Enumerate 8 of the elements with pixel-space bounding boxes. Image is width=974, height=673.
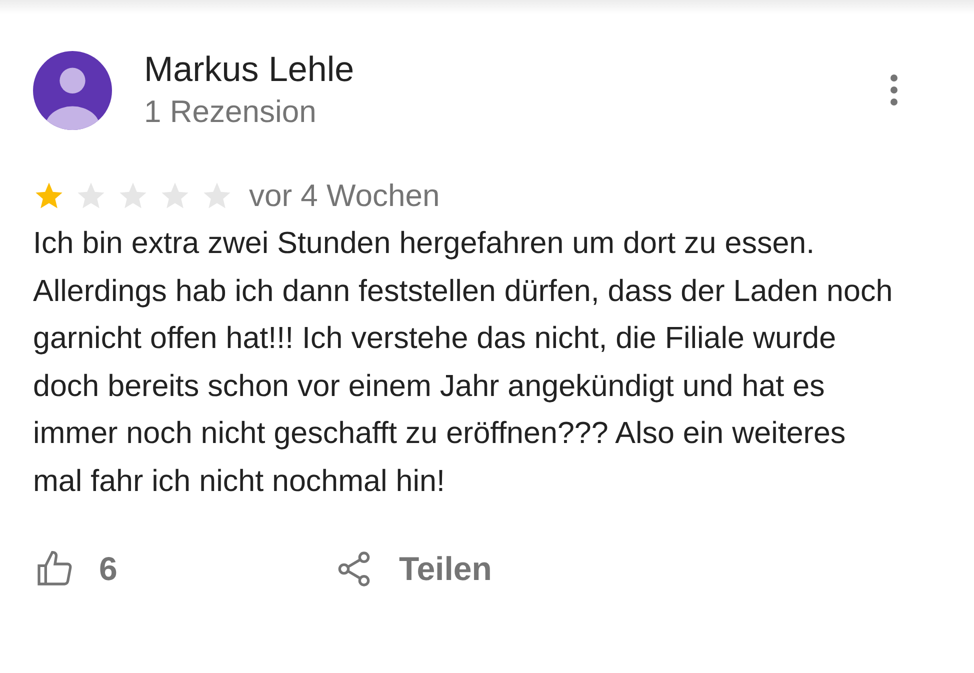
like-button[interactable]: 6 — [33, 549, 333, 589]
review-date: vor 4 Wochen — [249, 178, 440, 214]
avatar-icon — [33, 50, 112, 130]
more-options-icon[interactable] — [889, 74, 899, 106]
review-count: 1 Rezension — [144, 94, 318, 130]
review-text: Ich bin extra zwei Stunden hergefahren um dort zu essen. Allerdings hab ich dann feststellen dürfen, dass der Laden noch garnicht offen hat!!! Ich verstehe das nicht, die Filiale wurde doch bereits schon vor einem Jahr angekündigt und hat es immer noch nicht geschafft zu eröffnen??? Also ein weiteres mal fahr ich nicht nochmal hin! — [33, 225, 894, 500]
share-button[interactable]: Teilen — [333, 549, 492, 589]
author-name: Markus Lehle — [144, 50, 356, 90]
